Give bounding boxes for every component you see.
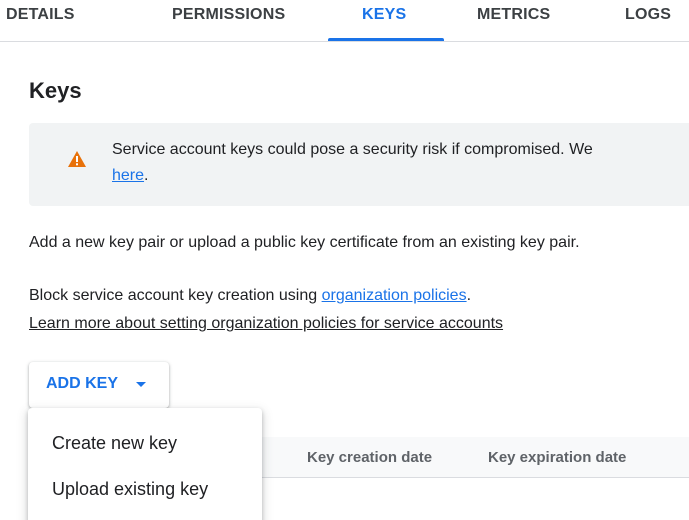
warning-triangle-icon xyxy=(68,151,86,167)
banner-trailing: . xyxy=(144,167,149,184)
add-key-label: ADD KEY xyxy=(46,375,119,392)
column-key-creation-date: Key creation date xyxy=(307,449,433,466)
add-key-menu: Create new key Upload existing key xyxy=(28,408,262,520)
caret-down-icon xyxy=(136,382,146,387)
tab-details[interactable]: DETAILS xyxy=(6,6,75,41)
policy-prefix: Block service account key creation using xyxy=(29,287,322,304)
banner-message: Service account keys could pose a securi… xyxy=(112,137,689,189)
tab-bar: DETAILS PERMISSIONS KEYS METRICS LOGS xyxy=(0,0,689,42)
banner-text: Service account keys could pose a securi… xyxy=(112,141,593,158)
add-key-button[interactable]: ADD KEY xyxy=(29,362,169,408)
tab-permissions[interactable]: PERMISSIONS xyxy=(172,6,285,41)
keys-table-header: Key creation date Key expiration date xyxy=(262,437,689,478)
tab-logs[interactable]: LOGS xyxy=(625,6,671,41)
warning-banner: Service account keys could pose a securi… xyxy=(29,123,689,206)
description-text: Add a new key pair or upload a public ke… xyxy=(29,234,580,251)
section-title: Keys xyxy=(29,78,82,103)
service-account-keys-page: DETAILS PERMISSIONS KEYS METRICS LOGS Ke… xyxy=(0,0,689,520)
banner-link-here[interactable]: here xyxy=(112,167,144,184)
active-tab-indicator xyxy=(328,38,444,41)
menu-item-upload-existing-key[interactable]: Upload existing key xyxy=(52,479,208,500)
learn-more-link[interactable]: Learn more about setting organization po… xyxy=(29,315,503,333)
tab-keys[interactable]: KEYS xyxy=(362,6,406,41)
policy-suffix: . xyxy=(466,287,472,304)
menu-item-create-new-key[interactable]: Create new key xyxy=(52,433,177,454)
organization-policies-link[interactable]: organization policies xyxy=(322,287,467,304)
column-key-expiration-date: Key expiration date xyxy=(488,449,627,466)
policy-text: Block service account key creation using… xyxy=(29,287,471,305)
tab-metrics[interactable]: METRICS xyxy=(477,6,550,41)
